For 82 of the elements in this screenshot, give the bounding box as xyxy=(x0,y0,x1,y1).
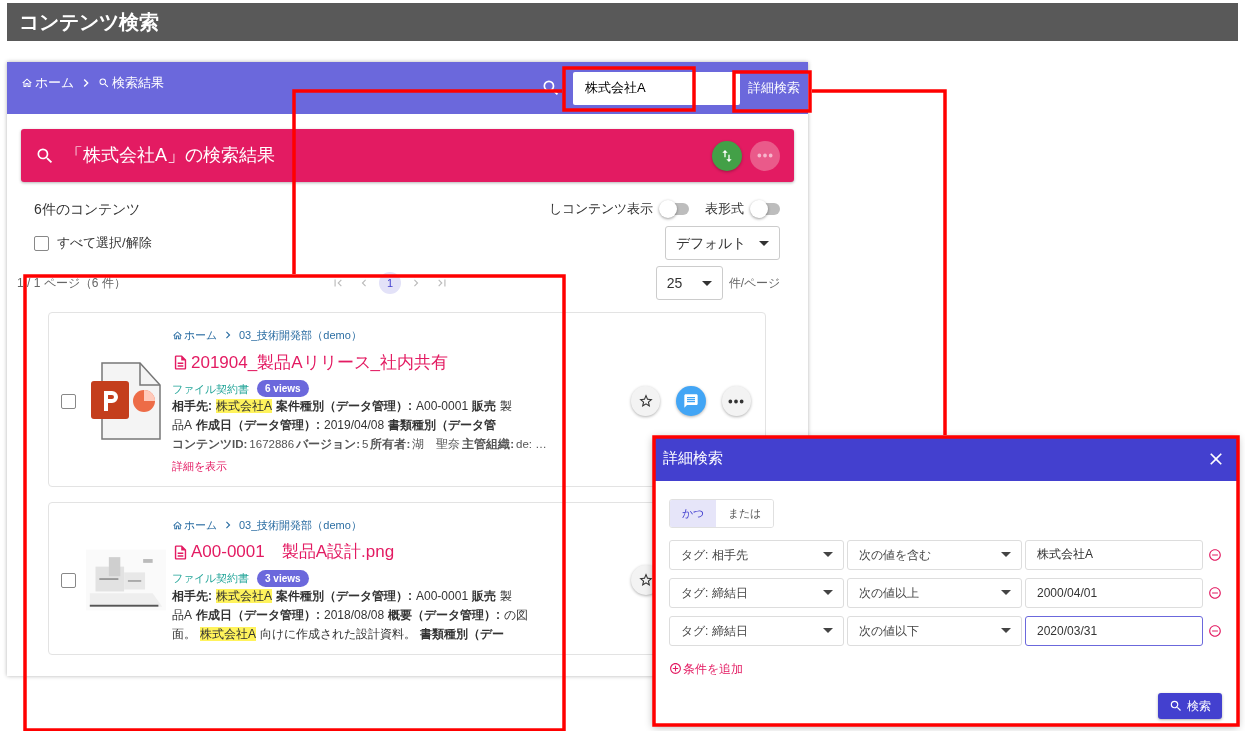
more-icon xyxy=(757,153,773,158)
breadcrumb-link[interactable]: ホーム xyxy=(172,327,217,344)
operator-select[interactable]: 次の値以下 xyxy=(847,615,1022,646)
more-button[interactable] xyxy=(721,386,751,417)
breadcrumb-link[interactable]: 検索結果 xyxy=(98,73,164,93)
caret-icon xyxy=(1001,628,1011,633)
caret-icon xyxy=(823,552,833,557)
home-icon xyxy=(172,519,183,531)
dialog-title: 詳細検索 xyxy=(663,448,723,469)
page-title: コンテンツ検索 xyxy=(7,3,1238,41)
details-link[interactable]: 詳細を表示 xyxy=(172,460,227,473)
category-label: ファイル契約書 xyxy=(172,381,249,397)
sort-select[interactable]: デフォルト xyxy=(665,226,780,260)
category-label: ファイル契約書 xyxy=(172,571,249,587)
toggle-switch[interactable] xyxy=(661,203,689,215)
star-icon xyxy=(638,572,654,589)
value-field[interactable]: 2000/04/01 xyxy=(1025,577,1203,608)
value-field[interactable]: 2020/03/31 xyxy=(1025,615,1203,646)
more-icon xyxy=(728,398,745,404)
breadcrumb-link[interactable]: ホーム xyxy=(172,516,217,534)
star-icon xyxy=(637,393,654,410)
remove-condition-button[interactable] xyxy=(1208,623,1222,638)
checkbox[interactable] xyxy=(61,393,76,409)
toggle-switch[interactable] xyxy=(752,203,780,215)
page-size-unit: 件/ページ xyxy=(728,275,780,292)
field-line: 品A 作成日（データ管理）: 2018/08/08 概要（データ管理）: の図 xyxy=(172,607,530,624)
field-line: 面。 株式会社A 向けに作成された設計資料。 書類種別（デー xyxy=(172,626,505,643)
results-title: 「株式会社A」の検索結果 xyxy=(65,144,275,167)
breadcrumb-link[interactable]: ホーム xyxy=(21,73,74,93)
document-title-link[interactable]: A00-0001 製品A設計.png xyxy=(172,539,395,565)
search-icon xyxy=(98,77,110,89)
logic-option[interactable]: かつ xyxy=(670,500,716,527)
checkbox-label: すべて選択/解除 xyxy=(57,234,152,253)
page-size-select[interactable]: 25 xyxy=(655,266,723,300)
checkbox[interactable] xyxy=(61,572,76,588)
advanced-search-button[interactable]: 詳細検索 xyxy=(740,68,808,108)
sort-button[interactable] xyxy=(712,140,742,171)
caret-icon xyxy=(823,628,833,633)
field-line: 相手先: 株式会社A 案件種別（データ管理）: A00-0001 販売 製 xyxy=(172,588,514,605)
caret-icon xyxy=(701,280,712,286)
document-title-link[interactable]: 201904_製品Aリリース_社内共有 xyxy=(172,349,448,375)
field-line: 品A 作成日（データ管理）: 2019/04/08 書類種別（データ管 xyxy=(172,417,498,435)
toggle-label: 表形式 xyxy=(705,200,744,219)
remove-condition-button[interactable] xyxy=(1208,585,1222,600)
caret-icon xyxy=(1001,590,1011,595)
checkbox[interactable] xyxy=(34,235,49,251)
add-condition-link[interactable]: 条件を追加 xyxy=(669,659,743,678)
search-button[interactable]: 検索 xyxy=(1158,692,1222,719)
remove-icon xyxy=(1208,547,1222,562)
field-line: 相手先: 株式会社A 案件種別（データ管理）: A00-0001 販売 製 xyxy=(172,398,514,416)
document-icon xyxy=(172,353,189,371)
breadcrumb-link[interactable]: 03_技術開発部（demo） xyxy=(239,516,362,534)
favorite-button[interactable] xyxy=(631,386,661,417)
caret-icon xyxy=(823,590,833,595)
metadata-line: コンテンツID: 1672886 バージョン: 5 所有者: 湖 聖奈 主管組織: de: … xyxy=(172,436,548,453)
presentation-file-icon xyxy=(90,361,162,442)
breadcrumb-link[interactable]: 03_技術開発部（demo） xyxy=(239,327,362,344)
caret-icon xyxy=(759,240,769,246)
page-info: 1 / 1 ページ（6 件） xyxy=(17,275,127,292)
field-select[interactable]: タグ: 締結日 xyxy=(669,577,844,608)
home-icon xyxy=(21,77,33,89)
document-icon xyxy=(172,543,189,561)
value-field[interactable]: 株式会社A xyxy=(1025,539,1203,570)
search-icon xyxy=(1169,698,1183,713)
operator-select[interactable]: 次の値を含む xyxy=(847,539,1022,570)
add-icon xyxy=(669,662,682,675)
field-select[interactable]: タグ: 相手先 xyxy=(669,539,844,570)
views-badge: 3 views xyxy=(257,570,309,587)
views-badge: 6 views xyxy=(257,380,309,398)
home-icon xyxy=(172,329,183,341)
toggle-label: しコンテンツ表示 xyxy=(549,200,653,219)
comment-button[interactable] xyxy=(676,386,706,417)
field-select[interactable]: タグ: 締結日 xyxy=(669,615,844,646)
remove-icon xyxy=(1208,585,1222,600)
comment-icon xyxy=(683,393,699,410)
remove-condition-button[interactable] xyxy=(1208,547,1222,562)
remove-icon xyxy=(1208,623,1222,638)
operator-select[interactable]: 次の値以上 xyxy=(847,577,1022,608)
search-icon xyxy=(541,78,561,98)
search-field[interactable]: 株式会社A xyxy=(573,71,740,105)
caret-icon xyxy=(1001,552,1011,557)
content-count: 6件のコンテンツ xyxy=(34,199,140,219)
